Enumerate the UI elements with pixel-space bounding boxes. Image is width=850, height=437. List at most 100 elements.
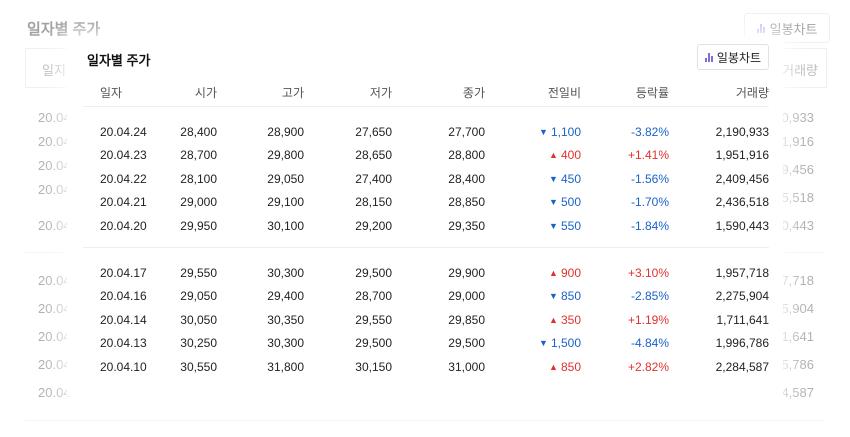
cell-rate: -2.85% bbox=[630, 289, 669, 303]
change-value: 400 bbox=[560, 148, 581, 162]
cell-change: ▼ 1,100 bbox=[539, 125, 581, 139]
cell-date: 20.04.22 bbox=[100, 172, 147, 186]
cell-volume: 2,436,518 bbox=[715, 195, 769, 209]
column-header-close: 종가 bbox=[462, 86, 485, 100]
cell-high: 30,300 bbox=[267, 266, 304, 280]
cell-open: 29,950 bbox=[180, 219, 217, 233]
cell-change: ▼ 850 bbox=[549, 289, 581, 303]
cell-rate: +2.82% bbox=[627, 360, 669, 374]
table-row: 20.04.10 30,550 31,800 30,150 31,000 ▲ 850 +2.8… bbox=[67, 360, 783, 378]
cell-volume: 2,284,587 bbox=[715, 360, 769, 374]
cell-close: 29,500 bbox=[448, 336, 485, 350]
cell-open: 30,550 bbox=[180, 360, 217, 374]
column-header-high: 고가 bbox=[281, 86, 304, 100]
background-volume-cell: 5,786 bbox=[781, 357, 814, 372]
cell-rate: -1.56% bbox=[630, 172, 669, 186]
cell-rate: +3.10% bbox=[627, 266, 669, 280]
table-row: 20.04.16 29,050 29,400 28,700 29,000 ▼ 850 -2.8… bbox=[67, 289, 783, 307]
table-row: 20.04.21 29,000 29,100 28,150 28,850 ▼ 500 -1.7… bbox=[67, 195, 783, 213]
cell-low: 29,500 bbox=[355, 266, 392, 280]
table-row: 20.04.24 28,400 28,900 27,650 27,700 ▼ 1,100 -3… bbox=[67, 125, 783, 143]
cell-rate: -1.84% bbox=[630, 219, 669, 233]
background-date-cell: 20.04 bbox=[38, 110, 71, 125]
table-row: 20.04.20 29,950 30,100 29,200 29,350 ▼ 550 -1.8… bbox=[67, 219, 783, 237]
cell-close: 29,900 bbox=[448, 266, 485, 280]
cell-low: 30,150 bbox=[355, 360, 392, 374]
background-volume-cell: 5,904 bbox=[781, 301, 814, 316]
cell-close: 29,350 bbox=[448, 219, 485, 233]
cell-close: 28,400 bbox=[448, 172, 485, 186]
up-triangle-icon: ▲ bbox=[549, 268, 558, 278]
column-header-volume: 거래량 bbox=[735, 86, 769, 100]
background-volume-cell: 1,641 bbox=[781, 329, 814, 344]
background-date-cell: 20.04 bbox=[38, 385, 71, 400]
cell-open: 28,400 bbox=[180, 125, 217, 139]
cell-close: 29,850 bbox=[448, 313, 485, 327]
change-value: 1,500 bbox=[550, 336, 581, 350]
cell-volume: 1,951,916 bbox=[715, 148, 769, 162]
table-row: 20.04.23 28,700 29,800 28,650 28,800 ▲ 400 +1.4… bbox=[67, 148, 783, 166]
cell-date: 20.04.23 bbox=[100, 148, 147, 162]
cell-open: 29,550 bbox=[180, 266, 217, 280]
column-header-date: 일자 bbox=[100, 86, 123, 100]
cell-low: 28,650 bbox=[355, 148, 392, 162]
background-divider bbox=[25, 420, 825, 421]
cell-open: 28,100 bbox=[180, 172, 217, 186]
change-value: 850 bbox=[560, 360, 581, 374]
daily-chart-button[interactable]: 일봉차트 bbox=[697, 44, 769, 70]
cell-low: 28,700 bbox=[355, 289, 392, 303]
background-date-cell: 20.04 bbox=[38, 182, 71, 197]
cell-low: 28,150 bbox=[355, 195, 392, 209]
background-date-cell: 20.04 bbox=[38, 218, 71, 233]
cell-rate: -3.82% bbox=[630, 125, 669, 139]
table-row: 20.04.14 30,050 30,350 29,550 29,850 ▲ 350 +1.1… bbox=[67, 313, 783, 331]
background-title: 일자별 주가 bbox=[27, 21, 101, 38]
table-row: 20.04.17 29,550 30,300 29,500 29,900 ▲ 900 +3.1… bbox=[67, 266, 783, 284]
cell-high: 29,100 bbox=[267, 195, 304, 209]
bar-chart-icon bbox=[704, 52, 713, 62]
cell-close: 29,000 bbox=[448, 289, 485, 303]
cell-date: 20.04.13 bbox=[100, 336, 147, 350]
column-header-open: 시가 bbox=[194, 86, 217, 100]
cell-volume: 1,711,641 bbox=[716, 313, 770, 327]
down-triangle-icon: ▼ bbox=[549, 221, 558, 231]
cell-rate: +1.19% bbox=[627, 313, 669, 327]
background-header-left: 일지 bbox=[42, 63, 66, 78]
cell-volume: 1,957,718 bbox=[715, 266, 769, 280]
cell-change: ▼ 550 bbox=[549, 219, 581, 233]
cell-rate: +1.41% bbox=[627, 148, 669, 162]
table-row: 20.04.22 28,100 29,050 27,400 28,400 ▼ 450 -1.5… bbox=[67, 172, 783, 190]
cell-low: 29,550 bbox=[355, 313, 392, 327]
cell-open: 28,700 bbox=[180, 148, 217, 162]
change-value: 500 bbox=[560, 195, 581, 209]
change-value: 1,100 bbox=[550, 125, 581, 139]
cell-high: 30,100 bbox=[267, 219, 304, 233]
column-header-low: 저가 bbox=[369, 86, 392, 100]
cell-volume: 1,996,786 bbox=[715, 336, 769, 350]
cell-date: 20.04.16 bbox=[100, 289, 147, 303]
background-date-cell: 20.04 bbox=[38, 301, 71, 316]
cell-open: 29,000 bbox=[180, 195, 217, 209]
background-date-cell: 20.04 bbox=[38, 357, 71, 372]
cell-open: 30,050 bbox=[180, 313, 217, 327]
cell-change: ▲ 850 bbox=[549, 360, 581, 374]
cell-change: ▼ 1,500 bbox=[539, 336, 581, 350]
change-value: 850 bbox=[560, 289, 581, 303]
change-value: 350 bbox=[560, 313, 581, 327]
background-volume-cell: 5,518 bbox=[781, 190, 814, 205]
cell-volume: 2,190,933 bbox=[715, 125, 769, 139]
table-row: 20.04.13 30,250 30,300 29,500 29,500 ▼ 1,500 -4… bbox=[67, 336, 783, 354]
daily-stock-price-panel: 일자별 주가 일봉차트 일자 시가 고가 저가 종가 전일비 등락률 거래량 2… bbox=[67, 38, 783, 396]
change-value: 900 bbox=[560, 266, 581, 280]
up-triangle-icon: ▲ bbox=[549, 315, 558, 325]
cell-change: ▲ 350 bbox=[549, 313, 581, 327]
background-header-right: 거래량 bbox=[782, 63, 818, 78]
background-volume-cell: 0,933 bbox=[781, 110, 814, 125]
background-volume-cell: 1,916 bbox=[781, 134, 814, 149]
cell-open: 30,250 bbox=[180, 336, 217, 350]
cell-high: 28,900 bbox=[267, 125, 304, 139]
background-chart-button-label: 일봉차트 bbox=[769, 21, 818, 37]
change-value: 450 bbox=[560, 172, 581, 186]
cell-high: 30,350 bbox=[267, 313, 304, 327]
cell-date: 20.04.24 bbox=[100, 125, 147, 139]
